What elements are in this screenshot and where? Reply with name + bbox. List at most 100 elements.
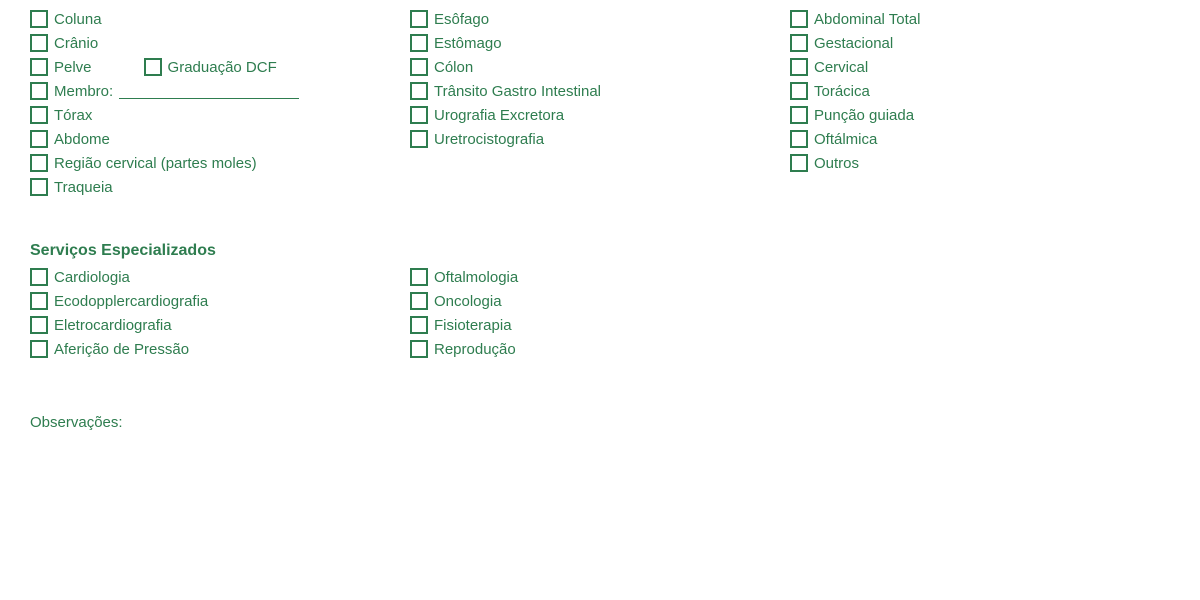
list-item: Trânsito Gastro Intestinal — [410, 82, 780, 100]
servicos-section: Serviços Especializados Cardiologia Ecod… — [30, 242, 1170, 364]
checkbox-cranio[interactable] — [30, 34, 48, 52]
list-item: Fisioterapia — [410, 316, 780, 334]
list-item: Oftalmologia — [410, 268, 780, 286]
checkbox-traqueia[interactable] — [30, 178, 48, 196]
checkbox-transito[interactable] — [410, 82, 428, 100]
list-item: Ecodopplercardiografia — [30, 292, 400, 310]
label-oftalmica: Oftálmica — [814, 131, 877, 148]
label-oftalmologia: Oftalmologia — [434, 269, 518, 286]
label-cardiologia: Cardiologia — [54, 269, 130, 286]
label-membro: Membro: — [54, 83, 113, 100]
list-item: Abdome — [30, 130, 400, 148]
list-item: Aferição de Pressão — [30, 340, 400, 358]
col3: Abdominal Total Gestacional Cervical Tor… — [790, 10, 1170, 202]
checkbox-pelve[interactable] — [30, 58, 48, 76]
checkbox-eletro[interactable] — [30, 316, 48, 334]
checkbox-esofago[interactable] — [410, 10, 428, 28]
list-item: Cardiologia — [30, 268, 400, 286]
checkbox-gestacional[interactable] — [790, 34, 808, 52]
list-item: Gestacional — [790, 34, 1160, 52]
checkbox-puncao[interactable] — [790, 106, 808, 124]
checkbox-estomago[interactable] — [410, 34, 428, 52]
checkbox-aferica[interactable] — [30, 340, 48, 358]
checkbox-abdome[interactable] — [30, 130, 48, 148]
checkbox-coluna[interactable] — [30, 10, 48, 28]
list-item: Crânio — [30, 34, 400, 52]
label-pelve: Pelve — [54, 59, 92, 76]
label-coluna: Coluna — [54, 11, 102, 28]
label-toracica: Torácica — [814, 83, 870, 100]
checkbox-abdominal-total[interactable] — [790, 10, 808, 28]
servicos-col1: Cardiologia Ecodopplercardiografia Eletr… — [30, 268, 410, 364]
list-item: Abdominal Total — [790, 10, 1160, 28]
list-item: Oncologia — [410, 292, 780, 310]
label-regiao-cervical: Região cervical (partes moles) — [54, 155, 257, 172]
checkbox-outros[interactable] — [790, 154, 808, 172]
list-item: Traqueia — [30, 178, 400, 196]
label-traqueia: Traqueia — [54, 179, 113, 196]
label-aferica: Aferição de Pressão — [54, 341, 189, 358]
checkbox-cervical[interactable] — [790, 58, 808, 76]
checkbox-uretrocisto[interactable] — [410, 130, 428, 148]
list-item: Eletrocardiografia — [30, 316, 400, 334]
checkbox-ecodoppler[interactable] — [30, 292, 48, 310]
observacoes: Observações: — [30, 414, 1170, 431]
col1: Coluna Crânio Pelve Graduação DCF Membro… — [30, 10, 410, 202]
list-item: Tórax — [30, 106, 400, 124]
col2: Esôfago Estômago Cólon Trânsito Gastro I… — [410, 10, 790, 202]
list-item: Esôfago — [410, 10, 780, 28]
label-abdome: Abdome — [54, 131, 110, 148]
list-item: Cólon — [410, 58, 780, 76]
label-gestacional: Gestacional — [814, 35, 893, 52]
list-item: Cervical — [790, 58, 1160, 76]
checkbox-toracica[interactable] — [790, 82, 808, 100]
checkbox-oncologia[interactable] — [410, 292, 428, 310]
checkbox-membro[interactable] — [30, 82, 48, 100]
label-fisioterapia: Fisioterapia — [434, 317, 512, 334]
membro-row: Membro: — [30, 82, 400, 100]
label-cervical: Cervical — [814, 59, 868, 76]
observacoes-label: Observações: — [30, 414, 123, 431]
pelve-row: Pelve Graduação DCF — [30, 58, 400, 76]
checkbox-oftalmica[interactable] — [790, 130, 808, 148]
label-oncologia: Oncologia — [434, 293, 502, 310]
list-item: Uretrocistografia — [410, 130, 780, 148]
list-item: Oftálmica — [790, 130, 1160, 148]
checkbox-torax[interactable] — [30, 106, 48, 124]
label-estomago: Estômago — [434, 35, 502, 52]
list-item: Punção guiada — [790, 106, 1160, 124]
label-outros: Outros — [814, 155, 859, 172]
label-urografia: Urografia Excretora — [434, 107, 564, 124]
label-graduacao: Graduação DCF — [168, 59, 277, 76]
label-reproducao: Reprodução — [434, 341, 516, 358]
label-eletro: Eletrocardiografia — [54, 317, 172, 334]
checkbox-cardiologia[interactable] — [30, 268, 48, 286]
label-esofago: Esôfago — [434, 11, 489, 28]
checkbox-urografia[interactable] — [410, 106, 428, 124]
label-transito: Trânsito Gastro Intestinal — [434, 83, 601, 100]
servicos-title: Serviços Especializados — [30, 242, 1170, 260]
servicos-col3-empty — [790, 268, 1170, 364]
label-cranio: Crânio — [54, 35, 98, 52]
list-item: Urografia Excretora — [410, 106, 780, 124]
checkbox-graduacao[interactable] — [144, 58, 162, 76]
label-colon: Cólon — [434, 59, 473, 76]
label-puncao: Punção guiada — [814, 107, 914, 124]
checkbox-regiao-cervical[interactable] — [30, 154, 48, 172]
label-torax: Tórax — [54, 107, 92, 124]
servicos-columns: Cardiologia Ecodopplercardiografia Eletr… — [30, 268, 1170, 364]
checkbox-oftalmologia[interactable] — [410, 268, 428, 286]
label-uretrocisto: Uretrocistografia — [434, 131, 544, 148]
label-abdominal-total: Abdominal Total — [814, 11, 920, 28]
list-item: Torácica — [790, 82, 1160, 100]
label-ecodoppler: Ecodopplercardiografia — [54, 293, 208, 310]
list-item: Reprodução — [410, 340, 780, 358]
servicos-col2: Oftalmologia Oncologia Fisioterapia Repr… — [410, 268, 790, 364]
list-item: Outros — [790, 154, 1160, 172]
checkbox-reproducao[interactable] — [410, 340, 428, 358]
membro-input[interactable] — [119, 83, 299, 99]
list-item: Coluna — [30, 10, 400, 28]
checkbox-colon[interactable] — [410, 58, 428, 76]
checkbox-fisioterapia[interactable] — [410, 316, 428, 334]
list-item: Estômago — [410, 34, 780, 52]
